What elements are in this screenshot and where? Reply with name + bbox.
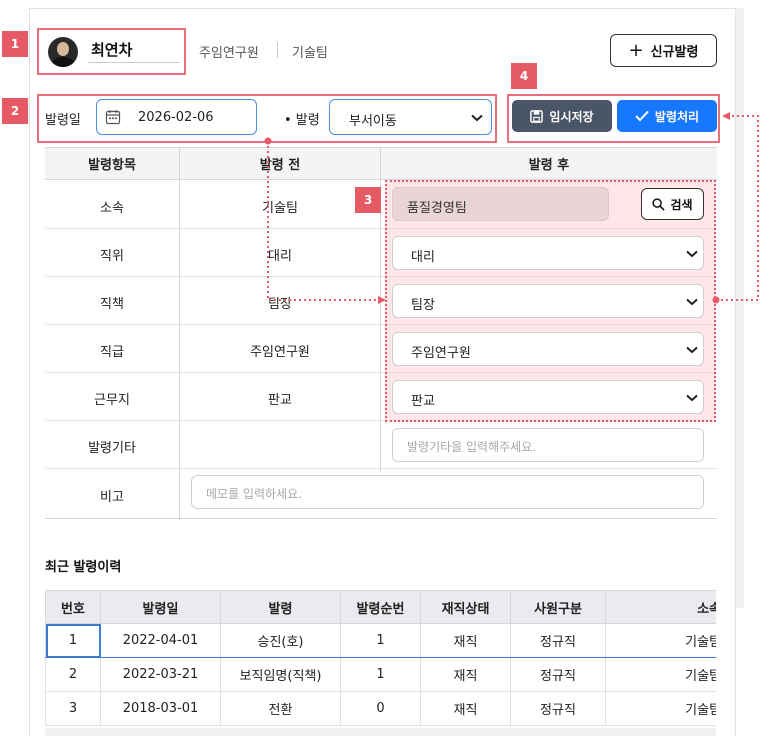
chevron-down-icon bbox=[686, 298, 698, 306]
table-cell[interactable]: 기술팀 bbox=[605, 657, 716, 692]
employee-grade: 주임연구원 bbox=[199, 46, 259, 61]
after-workplace-value: 판교 bbox=[411, 394, 435, 409]
table-cell[interactable]: 정규직 bbox=[510, 623, 606, 658]
table-cell[interactable]: 정규직 bbox=[510, 691, 606, 726]
after-workplace-select[interactable]: 판교 bbox=[392, 380, 704, 414]
row-label-workplace: 근무지 bbox=[94, 393, 130, 408]
history-col-type[interactable]: 사원구분 bbox=[510, 590, 606, 624]
row-label-affiliation: 소속 bbox=[100, 201, 124, 216]
table-cell[interactable]: 2022-03-21 bbox=[100, 657, 221, 692]
after-affiliation-value: 품질경영팀 bbox=[407, 201, 467, 216]
annotation-box-4 bbox=[507, 94, 720, 143]
table-cell[interactable]: 전환 bbox=[220, 691, 341, 726]
table-cell[interactable]: 정규직 bbox=[510, 657, 606, 692]
history-header-row: 번호 발령일 발령 발령순번 재직상태 사원구분 소속 bbox=[45, 590, 716, 624]
annotation-badge-2: 2 bbox=[2, 98, 28, 124]
new-issue-button[interactable]: + 신규발령 bbox=[610, 34, 717, 67]
grid-header-before: 발령 전 bbox=[180, 148, 380, 180]
history-col-seq[interactable]: 발령순번 bbox=[340, 590, 421, 624]
history-col-date[interactable]: 발령일 bbox=[100, 590, 221, 624]
grid-header-item: 발령항목 bbox=[45, 148, 179, 180]
table-cell[interactable]: 2018-03-01 bbox=[100, 691, 221, 726]
history-col-no[interactable]: 번호 bbox=[45, 590, 101, 624]
row-label-etc: 발령기타 bbox=[88, 441, 136, 456]
table-cell[interactable]: 재직 bbox=[420, 691, 511, 726]
annotation-box-1 bbox=[37, 28, 186, 75]
chevron-down-icon bbox=[686, 394, 698, 402]
note-placeholder: 메모를 입력하세요. bbox=[206, 487, 302, 501]
table-cell[interactable]: 2 bbox=[45, 657, 101, 692]
annotation-badge-1: 1 bbox=[2, 31, 28, 57]
after-grade-value: 주임연구원 bbox=[411, 346, 471, 361]
table-cell[interactable]: 3 bbox=[45, 691, 101, 726]
plus-icon: + bbox=[628, 39, 644, 61]
after-position-select[interactable]: 대리 bbox=[392, 236, 704, 270]
table-row[interactable]: 3 2018-03-01 전환 0 재직 정규직 기술팀 bbox=[45, 691, 716, 726]
horizontal-scrollbar[interactable] bbox=[45, 728, 716, 736]
table-cell[interactable]: 1 bbox=[340, 657, 421, 692]
employee-team: 기술팀 bbox=[292, 46, 328, 61]
chevron-down-icon bbox=[686, 250, 698, 258]
after-affiliation-field: 품질경영팀 bbox=[392, 187, 609, 221]
row-label-duty: 직책 bbox=[100, 297, 124, 312]
annotation-badge-3: 3 bbox=[355, 187, 381, 213]
table-cell[interactable]: 재직 bbox=[420, 623, 511, 658]
new-issue-label: 신규발령 bbox=[650, 45, 699, 60]
history-col-dept[interactable]: 소속 bbox=[605, 590, 716, 624]
row-label-position: 직위 bbox=[100, 249, 124, 264]
row-label-note: 비고 bbox=[100, 490, 124, 505]
chevron-down-icon bbox=[686, 346, 698, 354]
table-cell[interactable]: 기술팀 bbox=[605, 623, 716, 658]
table-cell[interactable]: 재직 bbox=[420, 657, 511, 692]
before-position: 대리 bbox=[268, 249, 292, 264]
table-cell[interactable]: 1 bbox=[340, 623, 421, 658]
before-workplace: 판교 bbox=[268, 393, 292, 408]
table-cell[interactable]: 보직임명(직책) bbox=[220, 657, 341, 692]
note-input[interactable]: 메모를 입력하세요. bbox=[191, 475, 704, 509]
table-cell[interactable]: 승진(호) bbox=[220, 623, 341, 658]
history-col-status[interactable]: 재직상태 bbox=[420, 590, 511, 624]
issue-etc-input[interactable]: 발령기타을 입력해주세요. bbox=[392, 428, 704, 462]
annotation-box-2 bbox=[37, 94, 497, 143]
before-grade: 주임연구원 bbox=[250, 345, 310, 360]
after-duty-value: 팀장 bbox=[411, 298, 435, 313]
before-duty: 팀장 bbox=[268, 297, 292, 312]
search-label: 검색 bbox=[670, 197, 693, 212]
magnifier-icon bbox=[652, 197, 666, 211]
issue-etc-placeholder: 발령기타을 입력해주세요. bbox=[407, 440, 537, 454]
search-button[interactable]: 검색 bbox=[641, 188, 704, 220]
table-cell[interactable]: 0 bbox=[340, 691, 421, 726]
table-cell[interactable]: 1 bbox=[45, 623, 101, 658]
divider bbox=[277, 42, 278, 58]
table-row[interactable]: 2 2022-03-21 보직임명(직책) 1 재직 정규직 기술팀 bbox=[45, 657, 716, 692]
table-cell[interactable]: 2022-04-01 bbox=[100, 623, 221, 658]
table-row[interactable]: 1 2022-04-01 승진(호) 1 재직 정규직 기술팀 bbox=[45, 623, 716, 658]
before-affiliation: 기술팀 bbox=[262, 201, 298, 216]
vertical-scrollbar[interactable] bbox=[736, 8, 744, 608]
row-label-grade: 직급 bbox=[100, 345, 124, 360]
history-title: 최근 발령이력 bbox=[45, 560, 122, 575]
history-col-issue[interactable]: 발령 bbox=[220, 590, 341, 624]
grid-header-after: 발령 후 bbox=[381, 148, 717, 180]
annotation-badge-4: 4 bbox=[511, 63, 537, 89]
history-table: 번호 발령일 발령 발령순번 재직상태 사원구분 소속 1 2022-04-01… bbox=[45, 590, 716, 736]
after-duty-select[interactable]: 팀장 bbox=[392, 284, 704, 318]
after-position-value: 대리 bbox=[411, 250, 435, 265]
table-cell[interactable]: 기술팀 bbox=[605, 691, 716, 726]
after-grade-select[interactable]: 주임연구원 bbox=[392, 332, 704, 366]
